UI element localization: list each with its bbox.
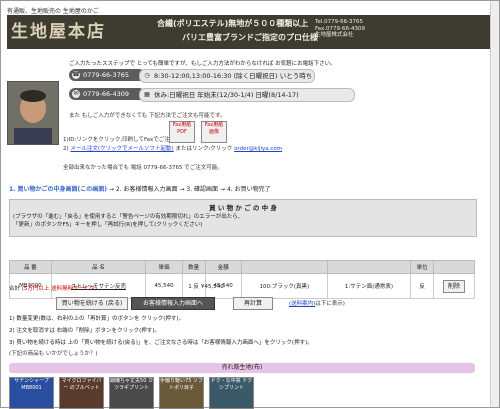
instructions: 1) 数量変更(数は、右利の上の「再計算」のボタンを クリック(押す)。 2) … [9,313,313,349]
hours-pill: ◷ 8:30-12:00,13:00-16:30 (除く日曜祝日) いとう時ち [139,69,315,83]
cart-notice: 買 い 物 か ご の 中 身 (ブラウザの「進む」「戻る」を使用すると「警告ペ… [9,199,477,237]
option-fax: 1)ID:リンクをクリック,印刷してFaxでご注文 [63,137,176,143]
note-1: 1) 数量変更(数は、右利の上の「再計算」のボタンを クリック(押す)。 [9,316,185,322]
product-thumb[interactable]: ドク・な中高 ドクシプリント [209,377,254,409]
calendar-icon: ▦ [143,91,151,99]
product-thumb[interactable]: 細織ちゃ丈夫50 カツラギプリント [109,377,154,409]
staff-photo [7,81,59,145]
mail-order-link[interactable]: メール注文(クリックでメールソフト起動) [70,146,173,152]
step-arrow: → [219,186,226,193]
holiday-pill: ▦ 休み:日曜祝日 年始末(12/30-1/4) 日曜(8/14-17) [139,88,355,102]
free-shipping-note: (5万円以上 送料無料サービス) [21,286,98,292]
product-thumb[interactable]: 手触り軽い75 ソフトポリ目子 [159,377,204,409]
recommend-note: (下記の商品も いかがでしょうか？) [9,351,98,357]
vertical-scrollbar[interactable] [490,1,499,407]
also-text: また もしご入力ができなくても 下記方法でご注文も可能です。 [69,113,226,119]
header-headline-1: 合繊(ポリエステル)無地が５００種類以上 [157,19,309,28]
total-value: ¥45,540 [201,284,224,290]
fax-pill: ✉ 0779-66-4309 [69,88,145,100]
ranking-title: 売れ筋生地(布) [9,363,475,373]
shipping-link[interactable]: (送料案内) [289,301,315,307]
continue-shopping-button[interactable]: 買い物を続ける (戻る) [56,297,128,310]
recalculate-button[interactable]: 再計算 [233,297,273,310]
order-steps: 1. 買い物かごの中身画面(この画面) → 2. お客様情報入力画面 → 3. … [9,184,271,193]
contact-tel: Tel.0779-66-3765 [315,19,364,25]
step-2: 2. お客様情報入力画面 [115,186,178,193]
shipping-info: (送料案内)は下に表示) [289,301,345,307]
fax-image-button[interactable]: Fax用紙 画像 [201,121,227,143]
total-label: 合計 [9,286,21,292]
tagline: 有通販、生地販売の 生地屋のかご [7,8,99,15]
note-2: 2) 注文を取消すは 右端の「削除」ボタンをクリック(押す)。 [9,328,160,334]
header-contact: Tel.0779-66-3765 Fax.0779-66-4309 生地屋株式会… [315,19,365,39]
cart-title: 買 い 物 か ご の 中 身 [209,204,277,212]
cart-warning: (ブラウザの「進む」「戻る」を使用すると「警告ページの有効期限切れ」のエラーが出… [13,214,244,228]
header-headline-2: バリエ豊富ブランドご指定のプロ仕様 [182,33,318,42]
page: 有通販、生地販売の 生地屋のかご 生地屋本店 合繊(ポリエステル)無地が５００種… [0,0,500,409]
intro-text: ご入力たったスステップで とっても簡単ですが、もしご入力方法がわからなければ お… [69,61,336,67]
site-logo[interactable]: 生地屋本店 [11,17,106,42]
customer-info-button[interactable]: お客様情報入力画面へ [131,297,215,310]
tel-pill: ☎ 0779-66-3765 [69,69,145,81]
step-4: 4. お買い物完了 [226,186,271,193]
step-arrow: → [179,186,185,193]
table-header: 品 番 品 名 単価 数量 金額 単位 [9,260,475,274]
email-link[interactable]: order@kijiya.com [234,146,282,152]
phone-icon: ☎ [72,71,80,79]
note-3: 3) 買い物を続ける時は 上の「買い物を続ける(戻る)」を、ご注文なさる時は「お… [9,340,313,346]
site-header: 生地屋本店 合繊(ポリエステル)無地が５００種類以上 バリエ豊富ブランドご指定の… [7,15,492,49]
fax-icon: ✉ [72,90,80,98]
fax-pdf-button[interactable]: Fax用紙 PDF [169,121,195,143]
step-arrow: → [108,186,114,193]
step-1: 1. 買い物かごの中身画面(この画面) [9,186,108,193]
product-thumb[interactable]: マイクロファイバー のブルベット [59,377,104,409]
contact-company: 生地屋株式会社 [315,32,354,38]
clock-icon: ◷ [143,72,151,80]
phone-note: 全部出来なかった場合でも 電話 0779-66-3765 でご注文可能。 [63,165,223,171]
total-row: 合計 (5万円以上 送料無料サービス) ¥45,540 [9,284,475,294]
step-3: 3. 確認画面 [186,186,219,193]
product-thumb[interactable]: サテンシャープ MB8001 [9,377,54,409]
option-mail: 2) メール注文(クリックでメールソフト起動) またはリンク:クリック orde… [63,146,283,152]
